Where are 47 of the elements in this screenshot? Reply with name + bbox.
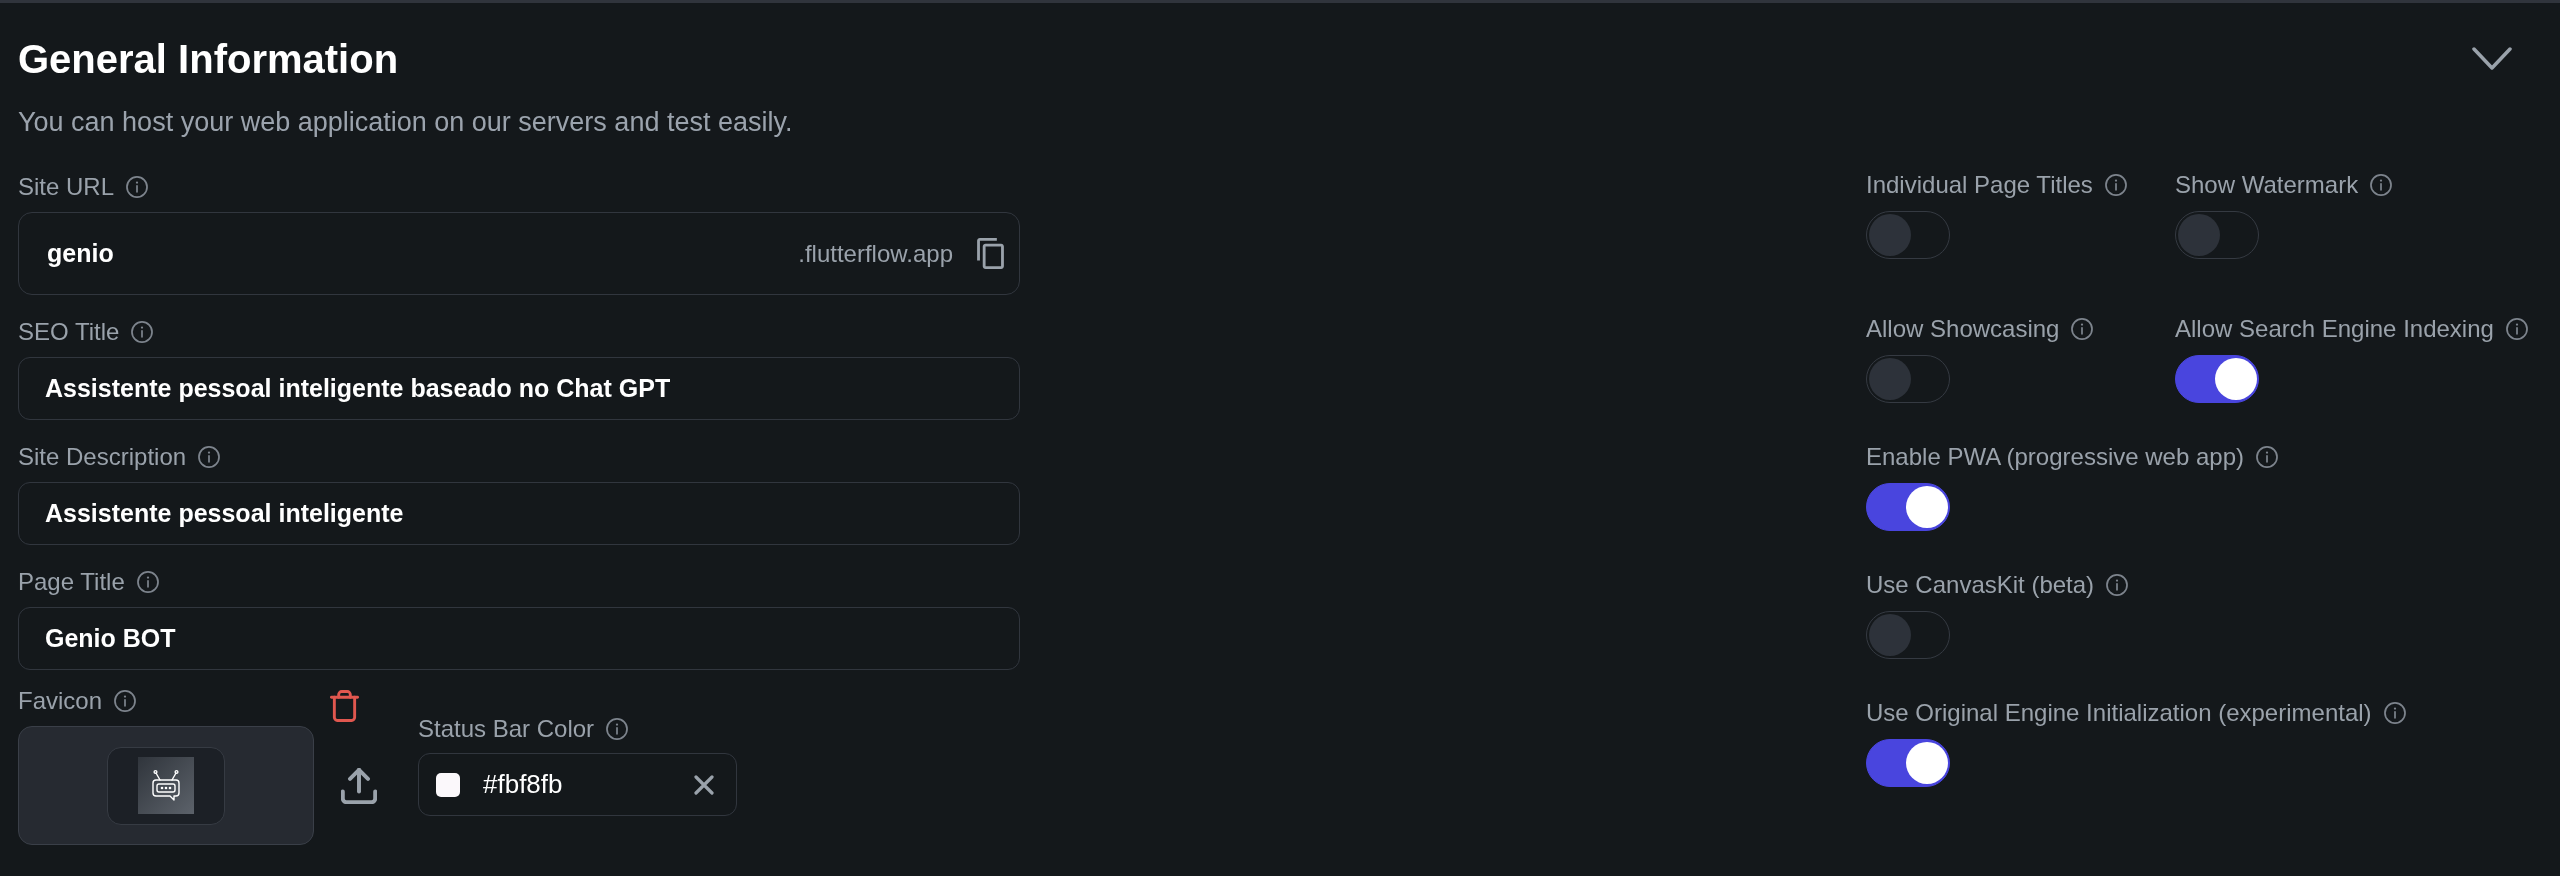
color-field[interactable]: #fbf8fb xyxy=(418,753,737,816)
upload-icon[interactable] xyxy=(341,768,377,804)
toggle-label: Allow Showcasing xyxy=(1866,315,2060,343)
field-label: Site URL xyxy=(18,173,115,201)
section-subtitle: You can host your web application on our servers and test easily. xyxy=(18,106,793,138)
info-icon[interactable] xyxy=(2071,318,2094,340)
robot-icon xyxy=(138,757,194,814)
toggle-switch[interactable] xyxy=(1866,355,1950,403)
toggle-label: Show Watermark xyxy=(2175,171,2359,199)
field-label: Page Title xyxy=(18,568,125,596)
domain-suffix: .flutterflow.app xyxy=(798,238,953,269)
field-label: Favicon xyxy=(18,687,103,715)
toggle-switch[interactable] xyxy=(2175,355,2259,403)
toggle-switch[interactable] xyxy=(1866,211,1950,259)
text-field[interactable]: Assistente pessoal inteligente baseado no Chat GPT xyxy=(18,357,1020,420)
toggle-switch[interactable] xyxy=(1866,483,1950,531)
text-field[interactable]: Genio BOT xyxy=(18,607,1020,670)
info-icon[interactable] xyxy=(2383,702,2406,724)
toggle-switch[interactable] xyxy=(2175,211,2259,259)
close-icon[interactable] xyxy=(694,774,714,795)
info-icon[interactable] xyxy=(2104,174,2127,196)
info-icon[interactable] xyxy=(2255,446,2278,468)
copy-icon[interactable] xyxy=(977,238,1004,269)
toggle-switch[interactable] xyxy=(1866,611,1950,659)
info-icon[interactable] xyxy=(606,718,629,740)
info-icon[interactable] xyxy=(2505,318,2528,340)
info-icon[interactable] xyxy=(131,321,154,343)
text-field[interactable]: Assistente pessoal inteligente xyxy=(18,482,1020,545)
toggle-label: Enable PWA (progressive web app) xyxy=(1866,443,2244,471)
toggle-label: Individual Page Titles xyxy=(1866,171,2093,199)
info-icon[interactable] xyxy=(198,446,221,468)
trash-icon[interactable] xyxy=(330,690,359,722)
section-title: General Information xyxy=(18,36,399,83)
chevron-down-icon[interactable] xyxy=(2472,47,2512,71)
info-icon[interactable] xyxy=(2106,574,2129,596)
toggle-switch[interactable] xyxy=(1866,739,1950,787)
field-label: SEO Title xyxy=(18,318,120,346)
toggle-label: Use Original Engine Initialization (experimental) xyxy=(1866,699,2372,727)
field-label: Site Description xyxy=(18,443,187,471)
toggle-label: Allow Search Engine Indexing xyxy=(2175,315,2494,343)
info-icon[interactable] xyxy=(126,176,149,198)
url-field[interactable]: genio .flutterflow.app xyxy=(18,212,1020,295)
toggle-label: Use CanvasKit (beta) xyxy=(1866,571,2095,599)
field-label: Status Bar Color xyxy=(418,715,595,743)
info-icon[interactable] xyxy=(2370,174,2393,196)
info-icon[interactable] xyxy=(136,571,159,593)
info-icon[interactable] xyxy=(114,690,137,712)
